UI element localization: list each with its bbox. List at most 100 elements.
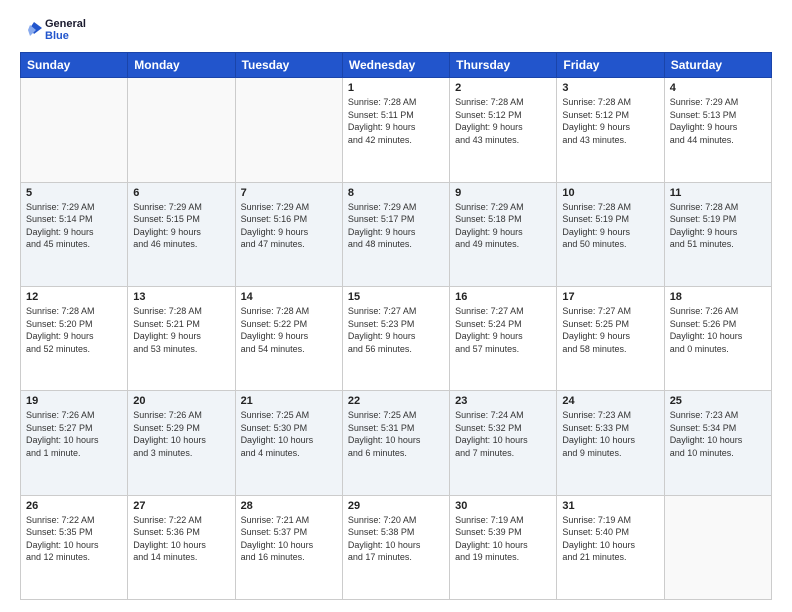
day-number: 20: [133, 395, 229, 407]
day-info: Sunrise: 7:27 AM Sunset: 5:23 PM Dayligh…: [348, 305, 444, 355]
day-info: Sunrise: 7:28 AM Sunset: 5:12 PM Dayligh…: [562, 96, 658, 146]
logo: General Blue: [20, 18, 86, 42]
logo-bird-icon: [20, 20, 42, 40]
day-info: Sunrise: 7:28 AM Sunset: 5:20 PM Dayligh…: [26, 305, 122, 355]
calendar-cell: 20 Sunrise: 7:26 AM Sunset: 5:29 PM Dayli…: [128, 391, 235, 495]
day-number: 5: [26, 187, 122, 199]
day-number: 4: [670, 82, 766, 94]
day-number: 8: [348, 187, 444, 199]
calendar-cell: 6 Sunrise: 7:29 AM Sunset: 5:15 PM Daylig…: [128, 182, 235, 286]
calendar-cell: 15 Sunrise: 7:27 AM Sunset: 5:23 PM Dayli…: [342, 286, 449, 390]
day-info: Sunrise: 7:21 AM Sunset: 5:37 PM Dayligh…: [241, 514, 337, 564]
calendar-cell: 16 Sunrise: 7:27 AM Sunset: 5:24 PM Dayli…: [450, 286, 557, 390]
day-info: Sunrise: 7:23 AM Sunset: 5:33 PM Dayligh…: [562, 409, 658, 459]
calendar-cell: 2Sunrise: 7:28 AM Sunset: 5:12 PM Daylig…: [450, 78, 557, 182]
day-number: 9: [455, 187, 551, 199]
day-number: 18: [670, 291, 766, 303]
calendar-cell: 27 Sunrise: 7:22 AM Sunset: 5:36 PM Dayli…: [128, 495, 235, 599]
day-number: 25: [670, 395, 766, 407]
day-info: Sunrise: 7:29 AM Sunset: 5:15 PM Dayligh…: [133, 201, 229, 251]
calendar-week-row: 12Sunrise: 7:28 AM Sunset: 5:20 PM Dayli…: [21, 286, 772, 390]
calendar-cell: 11Sunrise: 7:28 AM Sunset: 5:19 PM Dayli…: [664, 182, 771, 286]
logo-general: General: [45, 18, 86, 30]
day-number: 2: [455, 82, 551, 94]
logo-blue: Blue: [45, 30, 86, 42]
day-info: Sunrise: 7:28 AM Sunset: 5:21 PM Dayligh…: [133, 305, 229, 355]
calendar-cell: 24 Sunrise: 7:23 AM Sunset: 5:33 PM Dayli…: [557, 391, 664, 495]
day-info: Sunrise: 7:23 AM Sunset: 5:34 PM Dayligh…: [670, 409, 766, 459]
day-info: Sunrise: 7:25 AM Sunset: 5:30 PM Dayligh…: [241, 409, 337, 459]
calendar-cell: [128, 78, 235, 182]
calendar-cell: 4 Sunrise: 7:29 AM Sunset: 5:13 PM Daylig…: [664, 78, 771, 182]
day-info: Sunrise: 7:28 AM Sunset: 5:19 PM Dayligh…: [670, 201, 766, 251]
day-info: Sunrise: 7:28 AM Sunset: 5:19 PM Dayligh…: [562, 201, 658, 251]
day-number: 13: [133, 291, 229, 303]
calendar-cell: 12Sunrise: 7:28 AM Sunset: 5:20 PM Dayli…: [21, 286, 128, 390]
calendar-cell: 1 Sunrise: 7:28 AM Sunset: 5:11 PM Daylig…: [342, 78, 449, 182]
calendar-cell: 21 Sunrise: 7:25 AM Sunset: 5:30 PM Dayli…: [235, 391, 342, 495]
day-number: 27: [133, 500, 229, 512]
col-header-sunday: Sunday: [21, 53, 128, 78]
calendar-cell: 28 Sunrise: 7:21 AM Sunset: 5:37 PM Dayli…: [235, 495, 342, 599]
day-info: Sunrise: 7:27 AM Sunset: 5:24 PM Dayligh…: [455, 305, 551, 355]
day-info: Sunrise: 7:29 AM Sunset: 5:18 PM Dayligh…: [455, 201, 551, 251]
day-number: 30: [455, 500, 551, 512]
calendar-week-row: 1 Sunrise: 7:28 AM Sunset: 5:11 PM Daylig…: [21, 78, 772, 182]
day-number: 10: [562, 187, 658, 199]
day-number: 14: [241, 291, 337, 303]
calendar-cell: [664, 495, 771, 599]
calendar-cell: 13 Sunrise: 7:28 AM Sunset: 5:21 PM Dayli…: [128, 286, 235, 390]
calendar-cell: 5 Sunrise: 7:29 AM Sunset: 5:14 PM Daylig…: [21, 182, 128, 286]
logo-container: General Blue: [20, 18, 86, 42]
day-number: 23: [455, 395, 551, 407]
calendar-cell: 18 Sunrise: 7:26 AM Sunset: 5:26 PM Dayli…: [664, 286, 771, 390]
calendar-cell: 14 Sunrise: 7:28 AM Sunset: 5:22 PM Dayli…: [235, 286, 342, 390]
col-header-monday: Monday: [128, 53, 235, 78]
calendar-cell: 10 Sunrise: 7:28 AM Sunset: 5:19 PM Dayli…: [557, 182, 664, 286]
day-info: Sunrise: 7:29 AM Sunset: 5:13 PM Dayligh…: [670, 96, 766, 146]
calendar-week-row: 19Sunrise: 7:26 AM Sunset: 5:27 PM Dayli…: [21, 391, 772, 495]
calendar-cell: 29 Sunrise: 7:20 AM Sunset: 5:38 PM Dayli…: [342, 495, 449, 599]
page: General Blue SundayMondayTuesdayWednesda…: [0, 0, 792, 612]
calendar-week-row: 26Sunrise: 7:22 AM Sunset: 5:35 PM Dayli…: [21, 495, 772, 599]
day-number: 6: [133, 187, 229, 199]
calendar-cell: 23 Sunrise: 7:24 AM Sunset: 5:32 PM Dayli…: [450, 391, 557, 495]
col-header-wednesday: Wednesday: [342, 53, 449, 78]
calendar-cell: 26Sunrise: 7:22 AM Sunset: 5:35 PM Dayli…: [21, 495, 128, 599]
calendar-cell: 17 Sunrise: 7:27 AM Sunset: 5:25 PM Dayli…: [557, 286, 664, 390]
day-number: 21: [241, 395, 337, 407]
day-info: Sunrise: 7:28 AM Sunset: 5:22 PM Dayligh…: [241, 305, 337, 355]
day-number: 16: [455, 291, 551, 303]
calendar-cell: 30 Sunrise: 7:19 AM Sunset: 5:39 PM Dayli…: [450, 495, 557, 599]
day-info: Sunrise: 7:29 AM Sunset: 5:17 PM Dayligh…: [348, 201, 444, 251]
calendar-cell: 25 Sunrise: 7:23 AM Sunset: 5:34 PM Dayli…: [664, 391, 771, 495]
calendar-cell: 3 Sunrise: 7:28 AM Sunset: 5:12 PM Daylig…: [557, 78, 664, 182]
day-number: 3: [562, 82, 658, 94]
day-number: 17: [562, 291, 658, 303]
day-number: 28: [241, 500, 337, 512]
day-number: 19: [26, 395, 122, 407]
calendar-table: SundayMondayTuesdayWednesdayThursdayFrid…: [20, 52, 772, 600]
day-info: Sunrise: 7:22 AM Sunset: 5:36 PM Dayligh…: [133, 514, 229, 564]
day-info: Sunrise: 7:29 AM Sunset: 5:14 PM Dayligh…: [26, 201, 122, 251]
day-number: 24: [562, 395, 658, 407]
logo-text: General Blue: [45, 18, 86, 42]
day-info: Sunrise: 7:24 AM Sunset: 5:32 PM Dayligh…: [455, 409, 551, 459]
day-info: Sunrise: 7:28 AM Sunset: 5:11 PM Dayligh…: [348, 96, 444, 146]
day-info: Sunrise: 7:26 AM Sunset: 5:29 PM Dayligh…: [133, 409, 229, 459]
day-info: Sunrise: 7:20 AM Sunset: 5:38 PM Dayligh…: [348, 514, 444, 564]
header: General Blue: [20, 18, 772, 42]
day-number: 22: [348, 395, 444, 407]
day-info: Sunrise: 7:26 AM Sunset: 5:26 PM Dayligh…: [670, 305, 766, 355]
calendar-header-row: SundayMondayTuesdayWednesdayThursdayFrid…: [21, 53, 772, 78]
day-number: 15: [348, 291, 444, 303]
day-info: Sunrise: 7:25 AM Sunset: 5:31 PM Dayligh…: [348, 409, 444, 459]
col-header-tuesday: Tuesday: [235, 53, 342, 78]
day-info: Sunrise: 7:27 AM Sunset: 5:25 PM Dayligh…: [562, 305, 658, 355]
day-number: 1: [348, 82, 444, 94]
day-info: Sunrise: 7:29 AM Sunset: 5:16 PM Dayligh…: [241, 201, 337, 251]
day-number: 29: [348, 500, 444, 512]
day-info: Sunrise: 7:19 AM Sunset: 5:39 PM Dayligh…: [455, 514, 551, 564]
calendar-week-row: 5 Sunrise: 7:29 AM Sunset: 5:14 PM Daylig…: [21, 182, 772, 286]
calendar-cell: [235, 78, 342, 182]
